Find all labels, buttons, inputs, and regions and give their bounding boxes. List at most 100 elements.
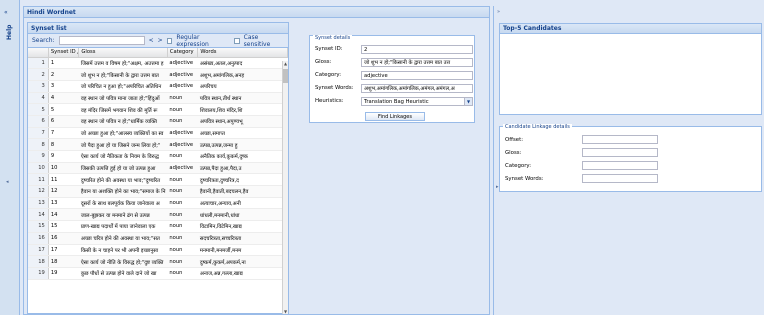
words-cell: मनमानी,मनमर्जी,मनम [197,244,288,257]
scroll-up-icon[interactable]: ▲ [283,61,288,66]
words-cell: शिवालय,शिव मंदिर,शि [197,103,288,116]
search-label: Search: [32,37,55,44]
synset-words-row: Synset Words: अशुभ,अमांगलिक,अमांगलिक,अमं… [315,83,473,93]
category-cell: noun [167,208,198,222]
collapse-right-icon[interactable]: » [497,9,500,15]
next-match-button[interactable]: > [158,37,163,44]
category-cell: noun [167,185,198,198]
synset-list-panel: Synset list Search: < > Regular expressi… [27,22,289,314]
table-row[interactable]: 6 6 वह स्थान जो पवित्र न हो;"धार्मिक व्यक्… [28,115,288,128]
prev-match-button[interactable]: < [149,37,154,44]
offset-field[interactable] [582,135,658,144]
heuristics-label: Heuristics: [315,98,344,104]
gloss-cell: जाल-बुझकर या मनमाने ढंग से उत्पन्न [78,208,168,222]
column-header-category[interactable]: Category [167,48,199,58]
synset-id-label: Synset ID: [315,46,343,52]
words-cell: विटामिन,विटेमिन,खाद्य [197,220,288,233]
table-row[interactable]: 9 9 ऐसा कार्य जो नैतिकता के नियम के विरुद्… [28,150,288,163]
regex-checkbox[interactable] [166,37,173,44]
offset-row: Offset: [505,135,658,144]
collapse-left-icon[interactable]: « [4,9,8,16]
table-row[interactable]: 11 11 दुष्चरित होने की अवस्था या भाव;"दुष्… [28,173,288,187]
category-row: Category: adjective [315,70,473,80]
find-linkages-button[interactable]: Find Linkages [365,112,425,121]
scroll-down-icon[interactable]: ▼ [283,309,288,314]
category-cell: adjective [167,80,198,93]
candidate-synset-words-field[interactable] [582,174,658,183]
category-label: Category: [315,72,342,78]
table-row[interactable]: 10 10 जिसकी उत्पत्ति हुई हो या जो उत्पन्न … [28,162,288,175]
table-row[interactable]: 15 15 प्राण-खाद्य पदार्थों में पाया जानेवा… [28,220,288,233]
synset-details-legend: Synset details [313,35,353,41]
category-cell: noun [167,220,198,233]
column-header[interactable] [28,48,49,58]
gloss-row: Gloss: जो शुभ न हो;"किसानी के द्वारा उत्… [315,57,473,67]
gloss-cell: किसी के न चाहने पर भी अपनी इच्छानुसा [78,244,168,257]
help-tab[interactable]: Help [2,22,17,42]
category-field[interactable]: adjective [361,70,473,80]
candidate-category-field[interactable] [582,161,658,170]
candidate-gloss-field[interactable] [582,148,658,157]
words-cell: अपवित्र स्थान,अपुण्यभू [197,115,288,128]
scroll-thumb[interactable] [283,69,288,83]
table-row[interactable]: 5 5 वह मंदिर जिसमें भगवान शिव की मूर्ति रू… [28,103,288,116]
case-sensitive-label: Case sensitive [243,33,271,48]
gloss-cell: वह स्थान जो पवित्र माना जाता हो;"हिंदुओं [78,92,168,105]
gloss-cell: प्राण-खाद्य पदार्थों में पाया जानेवाला ए… [78,220,168,233]
row-number: 15 [28,220,49,233]
synset-id-field[interactable]: 2 [361,44,473,54]
synset-id-cell: 6 [48,115,79,128]
synset-id-cell: 3 [48,80,79,93]
heuristics-select[interactable]: Translation Bag Heuristic ▼ [361,96,473,106]
table-row[interactable]: 4 4 वह स्थान जो पवित्र माना जाता हो;"हिंदु… [28,92,288,105]
right-panel: » ▸ Top-5 Candidates Candidate Linkage d… [493,6,764,315]
case-sensitive-checkbox[interactable] [233,37,240,44]
category-cell: noun [167,150,198,163]
table-row[interactable]: 13 13 दूसरों के साथ बलपूर्वक किया जानेवाला… [28,197,288,210]
candidate-linkage-panel: Candidate Linkage details Offset: Gloss:… [499,124,762,192]
gloss-cell: जो शुभ न हो;"किसानी के द्वारा उत्तम बात [78,68,168,81]
row-number: 17 [28,244,49,257]
regex-label: Regular expression [176,33,209,48]
table-row[interactable]: 7 7 जो अच्छा हुआ हो;"आलस्य व्यक्तियों का स… [28,127,288,140]
candidate-synset-words-label: Synset Words: [505,175,544,182]
words-cell: धांधली,मनमानी,धांधा [197,208,288,222]
gloss-cell: अच्छा चरित्र होने की अवस्था या भाव;"सत [78,232,168,245]
table-row[interactable]: 12 12 हैवान या अशक्ति होने का भाव;"समाज के… [28,185,288,198]
column-header-synset-id[interactable]: Synset ID ▲ [48,48,80,58]
table-row[interactable]: 18 18 ऐसा कार्य जो नीति के विरुद्ध हो;"दुष… [28,255,288,268]
row-number: 6 [28,115,49,128]
expand-left-icon[interactable]: ◂ [6,179,9,185]
gloss-cell: हैवान या अशक्ति होने का भाव;"समाज के नि [78,185,168,198]
candidate-synset-words-row: Synset Words: [505,174,658,183]
table-row[interactable]: 8 8 जो पैदा हुआ हो या जिसने जन्म लिया हो;"… [28,138,288,151]
synset-words-field[interactable]: अशुभ,अमांगलिक,अमांगलिक,अमंगल,अमंगल,अ [361,83,473,93]
category-cell: noun [167,232,198,245]
gloss-field[interactable]: जो शुभ न हो;"किसानी के द्वारा उत्तम बात … [361,57,473,67]
gloss-cell: वह मंदिर जिसमें भगवान शिव की मूर्ति रू [78,103,168,116]
table-row[interactable]: 1 1 जिसमें उत्तम व विषम हो;"अक्षम, अउत्तमा… [28,57,288,70]
chevron-down-icon[interactable]: ▼ [464,97,472,105]
column-header-gloss[interactable]: Gloss [78,48,168,58]
synset-id-cell: 18 [48,255,79,268]
synset-details-panel: Synset details Synset ID: 2 Gloss: जो शु… [309,35,475,123]
search-input[interactable] [58,36,145,45]
row-number: 9 [28,150,49,163]
row-number: 4 [28,92,49,105]
table-row[interactable]: 19 19 कुछ पौधों से उत्पन्न होने वाले दाने … [28,267,288,280]
words-cell: अच्छा,समाप्त [197,127,288,140]
words-cell: हैवानी,हैवाती,बदचलन,हैव [197,185,288,198]
table-row[interactable]: 16 16 अच्छा चरित्र होने की अवस्था या भाव;"… [28,232,288,245]
gloss-label: Gloss: [315,59,332,65]
row-number: 5 [28,103,49,116]
table-scrollbar[interactable]: ▲ ▼ [282,61,288,314]
category-cell: noun [167,267,198,280]
table-row[interactable]: 3 3 जो परिचित न हुआ हो;"अपरिचित अतिथिन adje… [28,80,288,93]
candidate-category-label: Category: [505,162,532,169]
table-row[interactable]: 2 2 जो शुभ न हो;"किसानी के द्वारा उत्तम बा… [28,68,288,81]
table-row[interactable]: 14 14 जाल-बुझकर या मनमाने ढंग से उत्पन्न no… [28,208,288,222]
table-row[interactable]: 17 17 किसी के न चाहने पर भी अपनी इच्छानुसा… [28,244,288,257]
heuristics-value: Translation Bag Heuristic [364,98,429,105]
column-header-words[interactable]: Words [197,48,288,58]
category-cell: adjective [167,57,198,70]
